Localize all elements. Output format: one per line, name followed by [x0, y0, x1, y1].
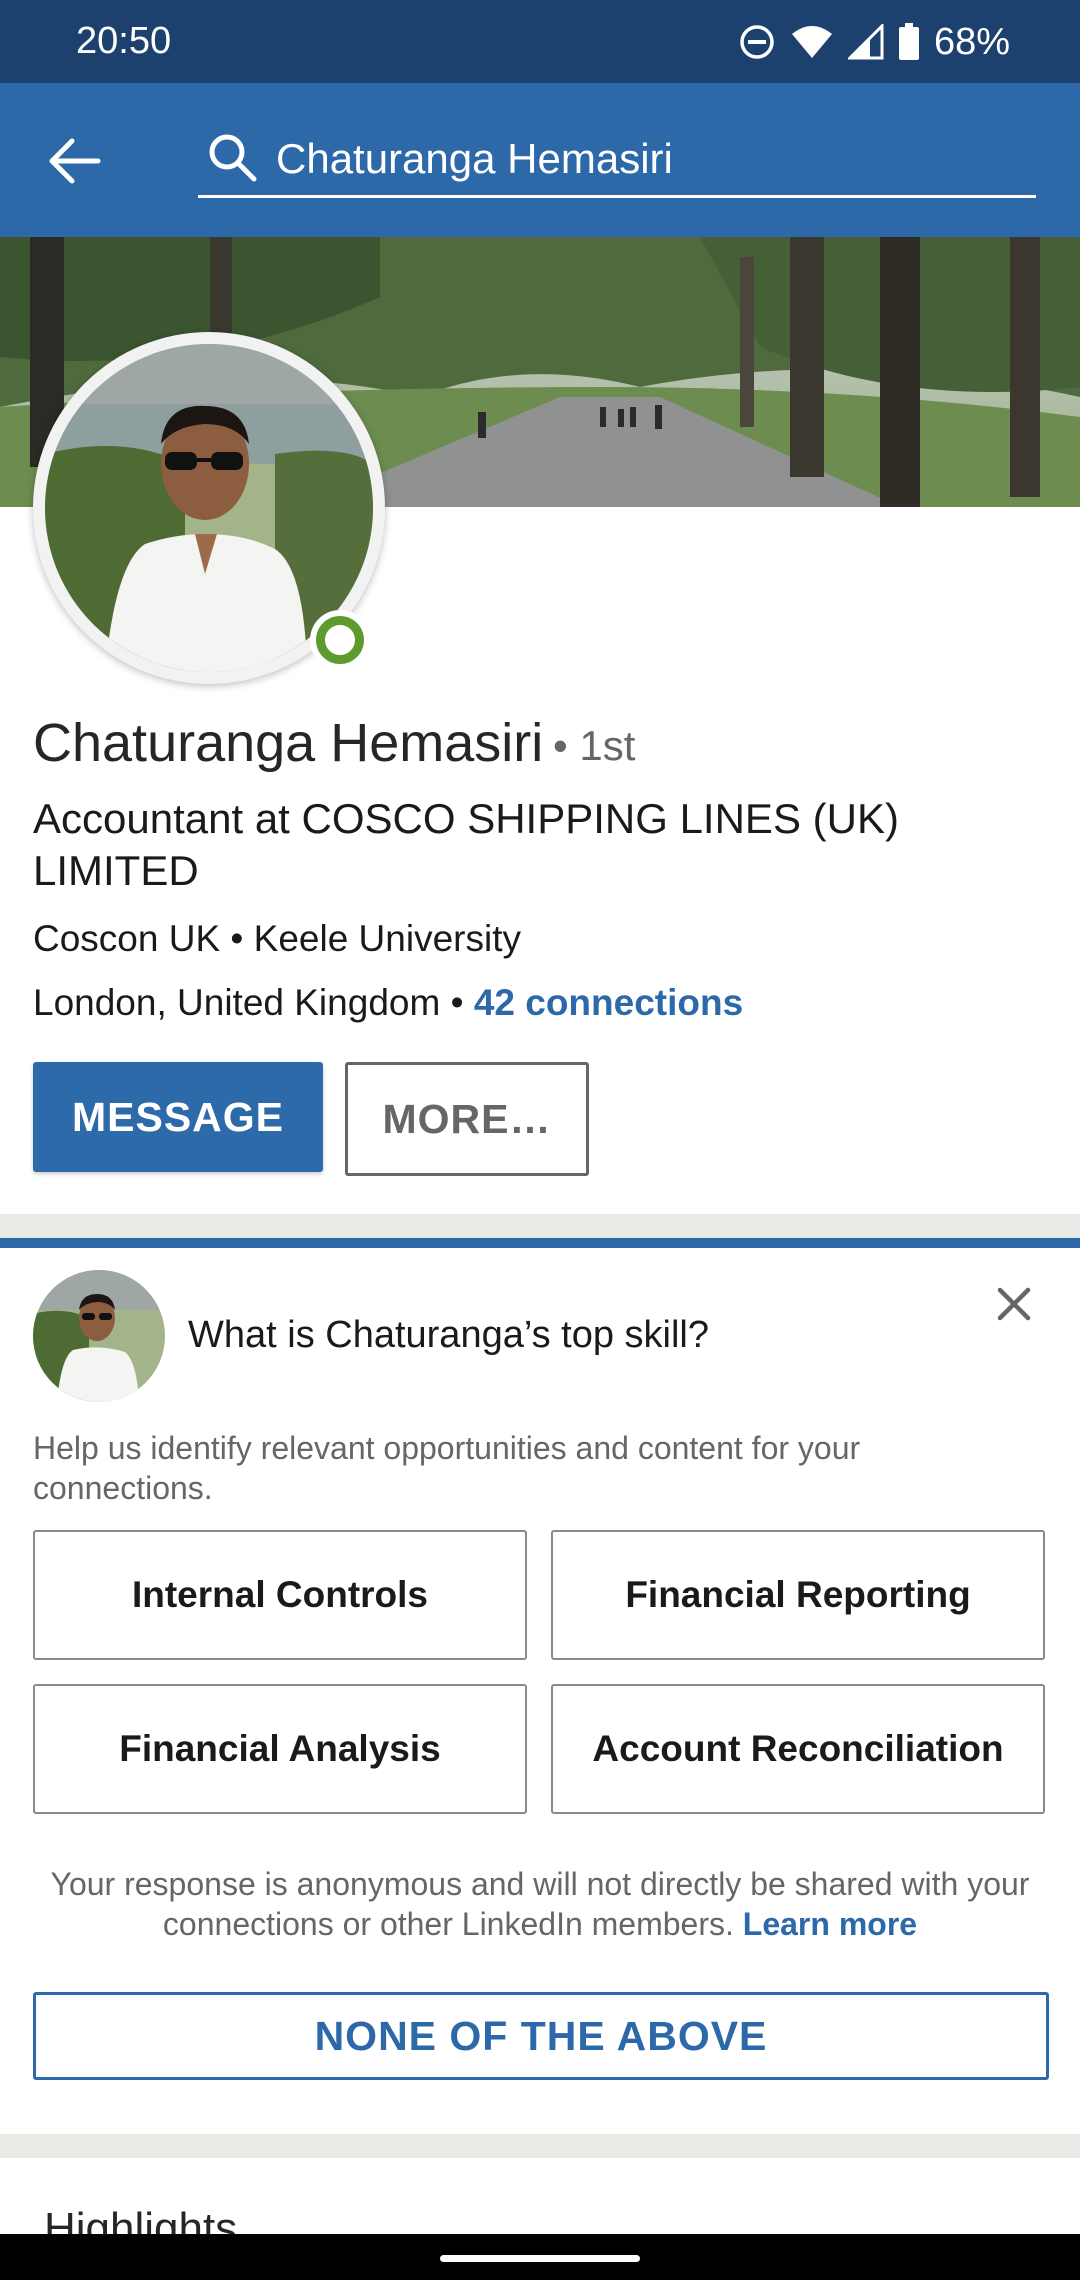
back-arrow-icon: [49, 138, 101, 184]
learn-more-link[interactable]: Learn more: [743, 1906, 917, 1942]
status-icons: 68%: [738, 18, 1010, 66]
search-query: Chaturanga Hemasiri: [276, 135, 673, 182]
none-of-the-above-button[interactable]: NONE OF THE ABOVE: [33, 1992, 1049, 2080]
skill-question: What is Chaturanga’s top skill?: [188, 1314, 709, 1356]
battery-icon: [898, 23, 919, 60]
anonymous-notice: Your response is anonymous and will not …: [33, 1864, 1047, 1944]
battery-percent: 68%: [933, 20, 1010, 63]
profile-location: London, United Kingdom: [33, 982, 441, 1023]
skill-help-text: Help us identify relevant opportunities …: [33, 1430, 861, 1506]
profile-meta: Coscon UK • Keele University: [33, 918, 521, 959]
skill-option-internal-controls[interactable]: Internal Controls: [33, 1530, 527, 1660]
signal-icon: [847, 24, 884, 60]
app-bar: Chaturanga Hemasiri: [0, 83, 1080, 237]
back-button[interactable]: [44, 131, 110, 191]
online-status-indicator: [310, 610, 370, 670]
close-icon[interactable]: [994, 1284, 1034, 1324]
wifi-icon: [791, 26, 832, 58]
connections-link[interactable]: 42 connections: [474, 982, 743, 1023]
skill-option-financial-reporting[interactable]: Financial Reporting: [551, 1530, 1045, 1660]
profile-headline: Accountant at COSCO SHIPPING LINES (UK) …: [33, 795, 899, 894]
search-input[interactable]: Chaturanga Hemasiri: [198, 123, 1036, 198]
profile-location-line: London, United Kingdom • 42 connections: [33, 982, 744, 1023]
skill-option-financial-analysis[interactable]: Financial Analysis: [33, 1684, 527, 1814]
status-bar: 20:50 68%: [0, 0, 1080, 83]
connection-degree: • 1st: [553, 722, 636, 769]
skill-card-avatar: [33, 1270, 165, 1402]
skill-option-account-reconciliation[interactable]: Account Reconciliation: [551, 1684, 1045, 1814]
section-divider: [0, 2134, 1080, 2158]
profile-name: Chaturanga Hemasiri: [33, 713, 544, 773]
more-button[interactable]: MORE…: [345, 1062, 589, 1176]
home-gesture-handle[interactable]: [440, 2255, 640, 2262]
message-button[interactable]: MESSAGE: [33, 1062, 323, 1172]
search-icon: [209, 134, 257, 182]
connection-degree-label: 1st: [579, 722, 636, 769]
card-accent-bar: [0, 1238, 1080, 1248]
status-time: 20:50: [76, 20, 172, 62]
do-not-disturb-icon: [740, 25, 774, 59]
section-divider: [0, 1214, 1080, 1238]
